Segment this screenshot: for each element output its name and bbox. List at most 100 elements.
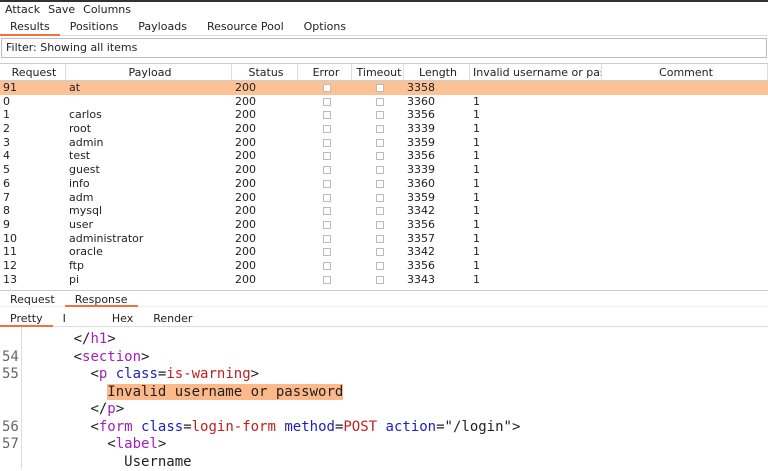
table-row[interactable]: 6info20033601 bbox=[0, 177, 768, 191]
table-row[interactable]: 1carlos20033561 bbox=[0, 108, 768, 122]
cell bbox=[470, 81, 602, 95]
column-header[interactable]: Payload bbox=[66, 64, 232, 80]
menu-attack[interactable]: Attack bbox=[5, 2, 40, 18]
table-row[interactable]: 9user20033561 bbox=[0, 218, 768, 232]
cell: 3357 bbox=[404, 232, 470, 246]
cell bbox=[352, 204, 404, 218]
code-token: class bbox=[141, 419, 183, 435]
cell: adm bbox=[66, 191, 232, 205]
cell: 200 bbox=[232, 191, 298, 205]
cell bbox=[352, 136, 404, 150]
table-row[interactable]: 10administrator20033571 bbox=[0, 232, 768, 246]
table-row[interactable]: 13pi20033431 bbox=[0, 273, 768, 287]
cell: 3359 bbox=[404, 191, 470, 205]
column-header[interactable]: Status bbox=[232, 64, 298, 80]
menu-save[interactable]: Save bbox=[48, 2, 75, 18]
cell: 3359 bbox=[404, 136, 470, 150]
column-header[interactable]: Comment bbox=[602, 64, 768, 80]
menu-columns[interactable]: Columns bbox=[83, 2, 131, 18]
table-row[interactable]: 11oracle20033421 bbox=[0, 245, 768, 259]
code-token: > bbox=[116, 401, 124, 417]
column-header[interactable]: Error bbox=[298, 64, 352, 80]
cell: 9 bbox=[0, 218, 66, 232]
cell: oracle bbox=[66, 245, 232, 259]
cell: carlos bbox=[66, 108, 232, 122]
error-checkbox bbox=[323, 235, 331, 243]
cell: 5 bbox=[0, 163, 66, 177]
cell: 11 bbox=[0, 245, 66, 259]
column-header[interactable]: Length bbox=[404, 64, 470, 80]
column-header[interactable]: Request bbox=[0, 64, 66, 80]
code-token: < bbox=[90, 419, 98, 435]
cell: 10 bbox=[0, 232, 66, 246]
code-token: is-warning bbox=[166, 366, 250, 382]
cell bbox=[352, 191, 404, 205]
cell: 200 bbox=[232, 95, 298, 109]
column-header[interactable]: Timeout bbox=[352, 64, 404, 80]
cell: 200 bbox=[232, 245, 298, 259]
cell bbox=[602, 218, 768, 232]
cell: 1 bbox=[470, 204, 602, 218]
table-row[interactable]: 3admin20033591 bbox=[0, 136, 768, 150]
code-line: <label> bbox=[107, 436, 166, 454]
cell: 200 bbox=[232, 177, 298, 191]
search-highlight: Invalid username or password bbox=[107, 384, 343, 400]
cell: 2 bbox=[0, 122, 66, 136]
cell bbox=[298, 259, 352, 273]
error-checkbox bbox=[323, 276, 331, 284]
table-row[interactable]: 7adm20033591 bbox=[0, 191, 768, 205]
view-tab-i[interactable]: I bbox=[53, 310, 102, 326]
cell bbox=[352, 232, 404, 246]
view-tab-hex[interactable]: Hex bbox=[102, 310, 143, 326]
tab-request[interactable]: Request bbox=[0, 291, 65, 306]
code-line: Username bbox=[124, 454, 191, 471]
tab-resource-pool[interactable]: Resource Pool bbox=[197, 18, 294, 35]
cell: 13 bbox=[0, 273, 66, 287]
tab-results[interactable]: Results bbox=[0, 18, 60, 35]
code-token bbox=[133, 419, 141, 435]
tab-options[interactable]: Options bbox=[294, 18, 356, 35]
cell bbox=[602, 163, 768, 177]
code-token: > bbox=[158, 436, 166, 452]
line-number: 57 bbox=[2, 436, 19, 454]
cell bbox=[352, 163, 404, 177]
code-token: POST bbox=[343, 419, 377, 435]
table-row[interactable]: 2root20033391 bbox=[0, 122, 768, 136]
cell bbox=[602, 81, 768, 95]
tab-payloads[interactable]: Payloads bbox=[128, 18, 197, 35]
table-row[interactable]: 4test20033561 bbox=[0, 149, 768, 163]
column-label: Comment bbox=[659, 66, 713, 79]
view-tab-pretty[interactable]: Pretty bbox=[0, 310, 53, 326]
cell bbox=[352, 273, 404, 287]
table-row[interactable]: 12ftp20033561 bbox=[0, 259, 768, 273]
cell bbox=[298, 218, 352, 232]
code-token: </ bbox=[74, 331, 91, 347]
table-row[interactable]: 8mysql20033421 bbox=[0, 204, 768, 218]
error-checkbox bbox=[323, 166, 331, 174]
line-gutter bbox=[21, 327, 22, 469]
cell bbox=[352, 177, 404, 191]
main-tabs: ResultsPositionsPayloadsResource PoolOpt… bbox=[0, 18, 768, 36]
cell bbox=[352, 259, 404, 273]
cell: 6 bbox=[0, 177, 66, 191]
column-header[interactable]: Invalid username or pas... ˄ bbox=[470, 64, 602, 80]
cell bbox=[298, 245, 352, 259]
cell: 3356 bbox=[404, 259, 470, 273]
table-row[interactable]: 5guest20033391 bbox=[0, 163, 768, 177]
column-label: Length bbox=[419, 66, 457, 79]
filter-bar[interactable]: Filter: Showing all items bbox=[1, 38, 767, 58]
cell bbox=[298, 191, 352, 205]
cell bbox=[602, 191, 768, 205]
cell bbox=[602, 177, 768, 191]
cell: administrator bbox=[66, 232, 232, 246]
view-tab-render[interactable]: Render bbox=[143, 310, 202, 326]
table-row[interactable]: 020033601 bbox=[0, 95, 768, 109]
timeout-checkbox bbox=[376, 194, 384, 202]
cell bbox=[352, 149, 404, 163]
cell: 1 bbox=[470, 273, 602, 287]
cell bbox=[298, 232, 352, 246]
tab-positions[interactable]: Positions bbox=[60, 18, 129, 35]
tab-response[interactable]: Response bbox=[65, 291, 138, 306]
table-row[interactable]: 91at2003358 bbox=[0, 81, 768, 95]
response-editor[interactable]: </h1>54<section>55<p class=is-warning>In… bbox=[0, 327, 768, 469]
